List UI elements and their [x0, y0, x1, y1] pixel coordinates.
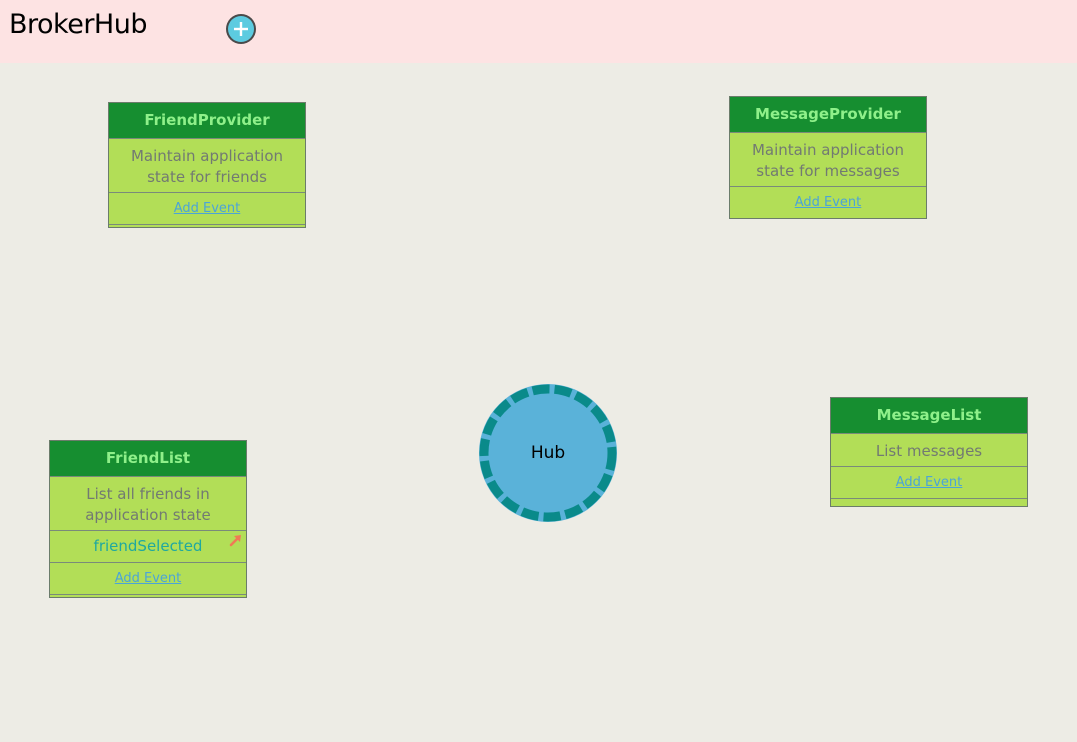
add-event-link[interactable]: Add Event	[115, 571, 182, 586]
card-description: List all friends in application state	[50, 477, 246, 531]
add-event-row: Add Event	[109, 193, 305, 225]
card-title[interactable]: MessageProvider	[730, 97, 926, 133]
canvas-workspace[interactable]: FriendProvider Maintain application stat…	[0, 63, 1077, 742]
plus-circle-icon	[226, 14, 256, 44]
event-label: friendSelected	[93, 537, 203, 555]
app-title: BrokerHub	[9, 9, 148, 40]
card-message-provider[interactable]: MessageProvider Maintain application sta…	[729, 96, 927, 219]
card-description: Maintain application state for friends	[109, 139, 305, 193]
add-event-link[interactable]: Add Event	[174, 201, 241, 216]
card-message-list[interactable]: MessageList List messages Add Event	[830, 397, 1028, 507]
card-friend-provider[interactable]: FriendProvider Maintain application stat…	[108, 102, 306, 228]
add-event-row: Add Event	[831, 467, 1027, 499]
arrow-up-right-icon[interactable]	[229, 533, 243, 547]
app-header: BrokerHub	[0, 0, 1077, 63]
add-component-button[interactable]	[225, 13, 257, 45]
add-event-row: Add Event	[730, 187, 926, 218]
add-event-row: Add Event	[50, 563, 246, 595]
add-event-link[interactable]: Add Event	[896, 475, 963, 490]
card-title[interactable]: FriendList	[50, 441, 246, 477]
card-description: Maintain application state for messages	[730, 133, 926, 187]
add-event-link[interactable]: Add Event	[795, 195, 862, 210]
card-description: List messages	[831, 434, 1027, 467]
card-friend-list[interactable]: FriendList List all friends in applicati…	[49, 440, 247, 598]
card-title[interactable]: MessageList	[831, 398, 1027, 434]
event-row-friend-selected[interactable]: friendSelected	[50, 531, 246, 563]
hub-label: Hub	[530, 443, 566, 463]
hub-node[interactable]: Hub	[477, 382, 619, 524]
card-title[interactable]: FriendProvider	[109, 103, 305, 139]
